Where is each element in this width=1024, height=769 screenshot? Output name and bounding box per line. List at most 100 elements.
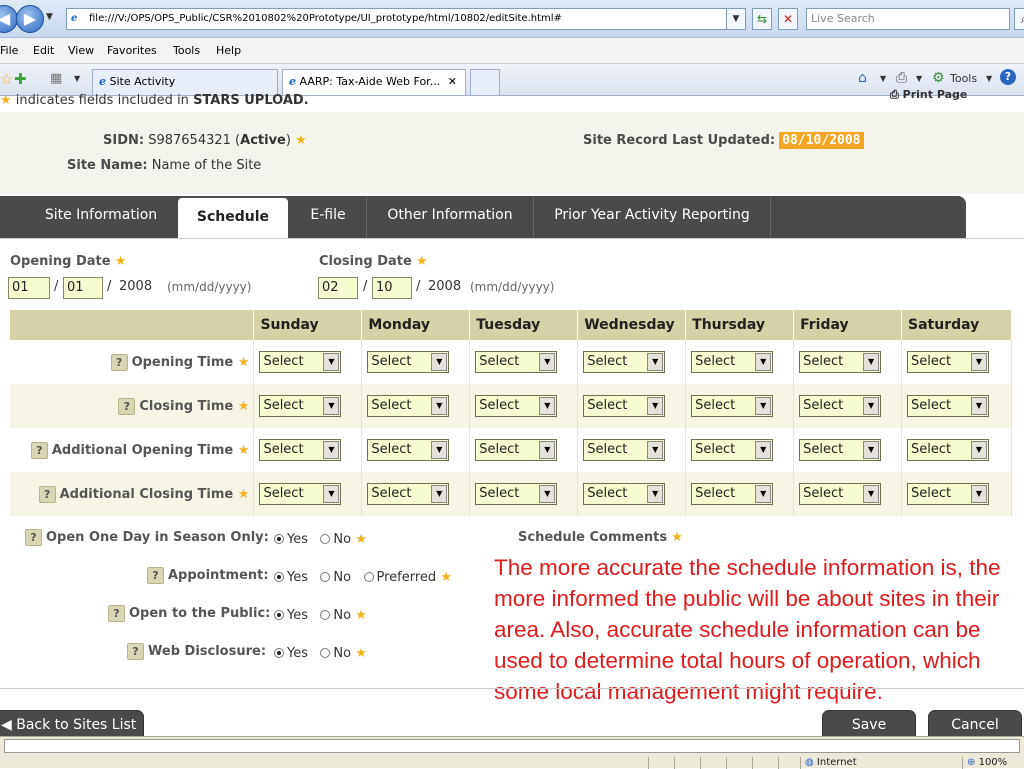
time-select[interactable]: Select ▼ — [907, 351, 989, 373]
radio-no[interactable] — [320, 572, 331, 582]
chevron-down-icon[interactable]: ▼ — [755, 397, 772, 415]
favorites-star-icon[interactable]: ☆ — [0, 70, 13, 88]
time-select[interactable]: Select ▼ — [583, 439, 666, 461]
time-select[interactable]: Select ▼ — [475, 351, 558, 373]
time-select[interactable]: Select ▼ — [691, 483, 774, 505]
time-select[interactable]: Select ▼ — [799, 351, 882, 373]
closing-month-input[interactable]: 02 — [318, 277, 358, 299]
help-icon[interactable]: ? — [118, 397, 136, 415]
gear-icon[interactable]: ⚙ — [932, 70, 945, 86]
chevron-down-icon[interactable]: ▼ — [539, 397, 556, 415]
chevron-down-icon[interactable]: ▼ — [863, 485, 880, 503]
radio-no[interactable] — [320, 648, 331, 658]
chevron-down-icon[interactable]: ▼ — [971, 353, 987, 371]
time-select[interactable]: Select ▼ — [367, 483, 450, 505]
time-select[interactable]: Select ▼ — [367, 351, 450, 373]
browser-tab-aarp[interactable]: e AARP: Tax-Aide Web For... ✕ — [282, 69, 466, 95]
opening-day-input[interactable]: 01 — [63, 277, 103, 299]
chevron-down-icon[interactable]: ▼ — [647, 397, 664, 415]
menu-favorites[interactable]: Favorites — [107, 44, 157, 57]
search-input[interactable]: Live Search — [806, 8, 1010, 30]
search-go-icon[interactable]: ⌕ — [1014, 8, 1024, 30]
menu-edit[interactable]: Edit — [33, 44, 54, 57]
menu-file[interactable]: File — [0, 44, 18, 57]
tab-schedule[interactable]: Schedule — [178, 198, 288, 238]
time-select[interactable]: Select ▼ — [799, 395, 882, 417]
horizontal-scrollbar[interactable] — [4, 739, 1020, 753]
chevron-down-icon[interactable]: ▼ — [431, 485, 448, 503]
print-dropdown-icon[interactable]: ▼ — [916, 74, 922, 83]
time-select[interactable]: Select ▼ — [475, 395, 558, 417]
chevron-down-icon[interactable]: ▼ — [647, 485, 664, 503]
time-select[interactable]: Select ▼ — [259, 351, 342, 373]
chevron-down-icon[interactable]: ▼ — [431, 397, 448, 415]
tab-other-information[interactable]: Other Information — [367, 196, 533, 238]
time-select[interactable]: Select ▼ — [475, 439, 558, 461]
tab-efile[interactable]: E-file — [290, 196, 366, 238]
chevron-down-icon[interactable]: ▼ — [539, 485, 556, 503]
chevron-down-icon[interactable]: ▼ — [431, 353, 448, 371]
chevron-down-icon[interactable]: ▼ — [323, 441, 340, 459]
time-select[interactable]: Select ▼ — [907, 395, 989, 417]
radio-yes[interactable] — [274, 534, 284, 544]
time-select[interactable]: Select ▼ — [475, 483, 558, 505]
tab-site-information[interactable]: Site Information — [28, 196, 174, 238]
tools-menu-label[interactable]: Tools — [950, 72, 977, 85]
chevron-down-icon[interactable]: ▼ — [647, 353, 664, 371]
browser-tab-site-activity[interactable]: e Site Activity — [92, 69, 278, 95]
refresh-icon[interactable]: ⇆ — [752, 8, 772, 30]
zoom-control[interactable]: ⊕ 100% — [962, 757, 1020, 769]
help-icon[interactable]: ? — [30, 441, 48, 459]
tools-dropdown-icon[interactable]: ▼ — [986, 74, 992, 83]
time-select[interactable]: Select ▼ — [259, 439, 342, 461]
tab-prior-year[interactable]: Prior Year Activity Reporting — [534, 196, 770, 238]
chevron-down-icon[interactable]: ▼ — [971, 441, 987, 459]
radio-preferred[interactable] — [363, 572, 374, 582]
radio-yes[interactable] — [274, 572, 284, 582]
time-select[interactable]: Select ▼ — [367, 395, 450, 417]
quick-tabs-icon[interactable]: ▦ — [50, 71, 62, 86]
chevron-down-icon[interactable]: ▼ — [431, 441, 448, 459]
chevron-down-icon[interactable]: ▼ — [323, 353, 340, 371]
time-select[interactable]: Select ▼ — [583, 351, 666, 373]
time-select[interactable]: Select ▼ — [691, 351, 774, 373]
help-icon[interactable]: ? — [1000, 69, 1016, 85]
help-icon[interactable]: ? — [110, 353, 128, 371]
time-select[interactable]: Select ▼ — [259, 395, 342, 417]
chevron-down-icon[interactable]: ▼ — [647, 441, 664, 459]
tab-list-dropdown-icon[interactable]: ▼ — [74, 74, 80, 83]
menu-help[interactable]: Help — [216, 44, 241, 57]
help-icon[interactable]: ? — [38, 485, 56, 503]
time-select[interactable]: Select ▼ — [907, 439, 989, 461]
print-page-link[interactable]: ⎙ Print Page — [890, 88, 967, 102]
new-tab-button[interactable] — [470, 69, 500, 95]
stop-icon[interactable]: ✕ — [778, 8, 798, 30]
print-icon[interactable]: ⎙ — [896, 70, 907, 86]
home-dropdown-icon[interactable]: ▼ — [880, 74, 886, 83]
chevron-down-icon[interactable]: ▼ — [971, 485, 987, 503]
time-select[interactable]: Select ▼ — [799, 439, 882, 461]
radio-yes[interactable] — [274, 610, 284, 620]
radio-no[interactable] — [320, 610, 331, 620]
help-icon[interactable]: ? — [25, 529, 42, 546]
chevron-down-icon[interactable]: ▼ — [755, 441, 772, 459]
chevron-down-icon[interactable]: ▼ — [971, 397, 987, 415]
time-select[interactable]: Select ▼ — [799, 483, 882, 505]
chevron-down-icon[interactable]: ▼ — [539, 353, 556, 371]
radio-no[interactable] — [320, 534, 331, 544]
forward-nav-icon[interactable]: ▶ — [16, 5, 44, 33]
chevron-down-icon[interactable]: ▼ — [863, 441, 880, 459]
help-icon[interactable]: ? — [147, 567, 164, 584]
time-select[interactable]: Select ▼ — [583, 395, 666, 417]
closing-day-input[interactable]: 10 — [372, 277, 412, 299]
chevron-down-icon[interactable]: ▼ — [863, 397, 880, 415]
menu-tools[interactable]: Tools — [173, 44, 200, 57]
close-tab-icon[interactable]: ✕ — [448, 75, 457, 88]
opening-month-input[interactable]: 01 — [8, 277, 50, 299]
chevron-down-icon[interactable]: ▼ — [755, 353, 772, 371]
chevron-down-icon[interactable]: ▼ — [323, 397, 340, 415]
menu-view[interactable]: View — [68, 44, 94, 57]
chevron-down-icon[interactable]: ▼ — [323, 485, 340, 503]
time-select[interactable]: Select ▼ — [907, 483, 989, 505]
add-favorite-icon[interactable]: ✚ — [14, 70, 27, 88]
